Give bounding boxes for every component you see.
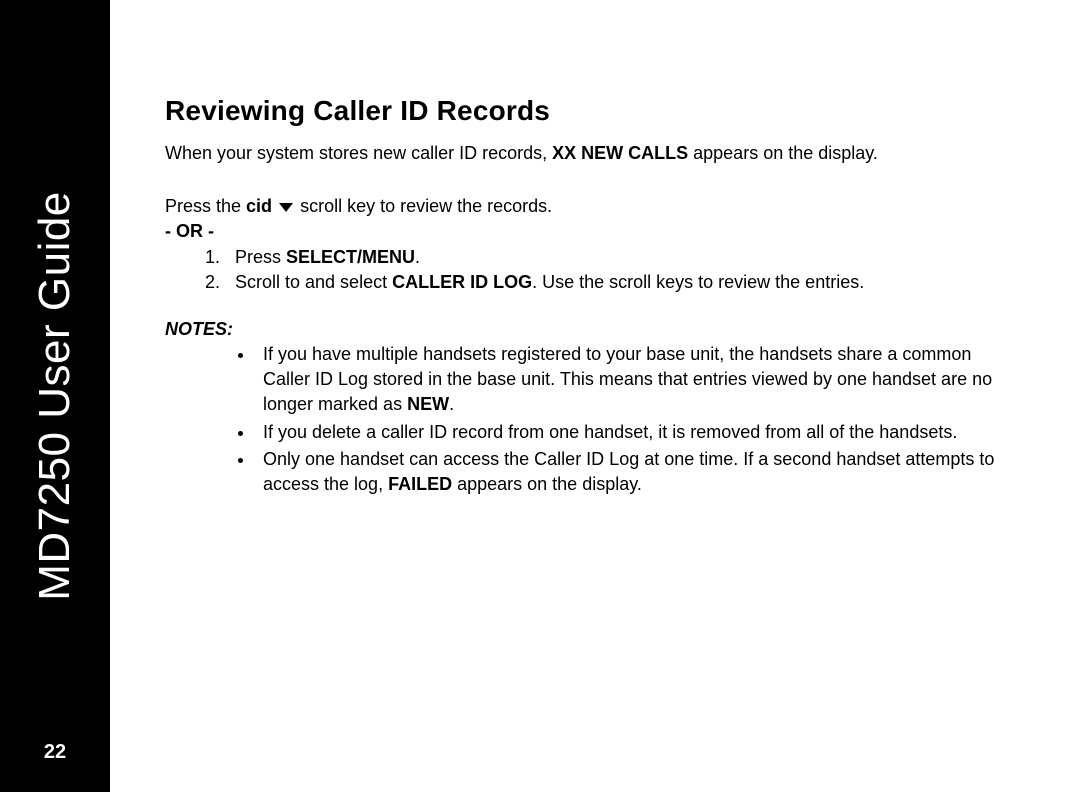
note-item: If you delete a caller ID record from on… (255, 420, 1020, 445)
note-bold: FAILED (388, 474, 452, 494)
intro-bold: XX NEW CALLS (552, 143, 688, 163)
step-pre: Scroll to and select (235, 272, 392, 292)
notes-list: If you have multiple handsets registered… (165, 342, 1020, 497)
page-heading: Reviewing Caller ID Records (165, 95, 1020, 127)
sidebar-title: MD7250 User Guide (30, 191, 80, 601)
sidebar: MD7250 User Guide 22 (0, 0, 110, 792)
step-item: Press SELECT/MENU. (225, 245, 1020, 270)
down-arrow-icon (279, 203, 293, 212)
note-item: Only one handset can access the Caller I… (255, 447, 1020, 497)
step-bold: CALLER ID LOG (392, 272, 532, 292)
step-item: Scroll to and select CALLER ID LOG. Use … (225, 270, 1020, 295)
intro-paragraph: When your system stores new caller ID re… (165, 141, 1020, 166)
notes-label: NOTES: (165, 319, 1020, 340)
step-bold: SELECT/MENU (286, 247, 415, 267)
step-pre: Press (235, 247, 286, 267)
instruction-line: Press the cid scroll key to review the r… (165, 194, 1020, 219)
page-number: 22 (0, 741, 110, 764)
intro-post: appears on the display. (688, 143, 878, 163)
note-bold: NEW (407, 394, 449, 414)
main-content: Reviewing Caller ID Records When your sy… (110, 0, 1080, 792)
instr-post: scroll key to review the records. (295, 196, 552, 216)
instr-pre: Press the (165, 196, 246, 216)
intro-pre: When your system stores new caller ID re… (165, 143, 552, 163)
step-post: . Use the scroll keys to review the entr… (532, 272, 864, 292)
note-item: If you have multiple handsets registered… (255, 342, 1020, 418)
note-pre: If you have multiple handsets registered… (263, 344, 992, 414)
note-post: . (449, 394, 454, 414)
step-post: . (415, 247, 420, 267)
steps-list: Press SELECT/MENU. Scroll to and select … (165, 245, 1020, 295)
note-post: appears on the display. (452, 474, 642, 494)
instr-bold: cid (246, 196, 272, 216)
or-separator: - OR - (165, 219, 1020, 244)
note-pre: If you delete a caller ID record from on… (263, 422, 957, 442)
